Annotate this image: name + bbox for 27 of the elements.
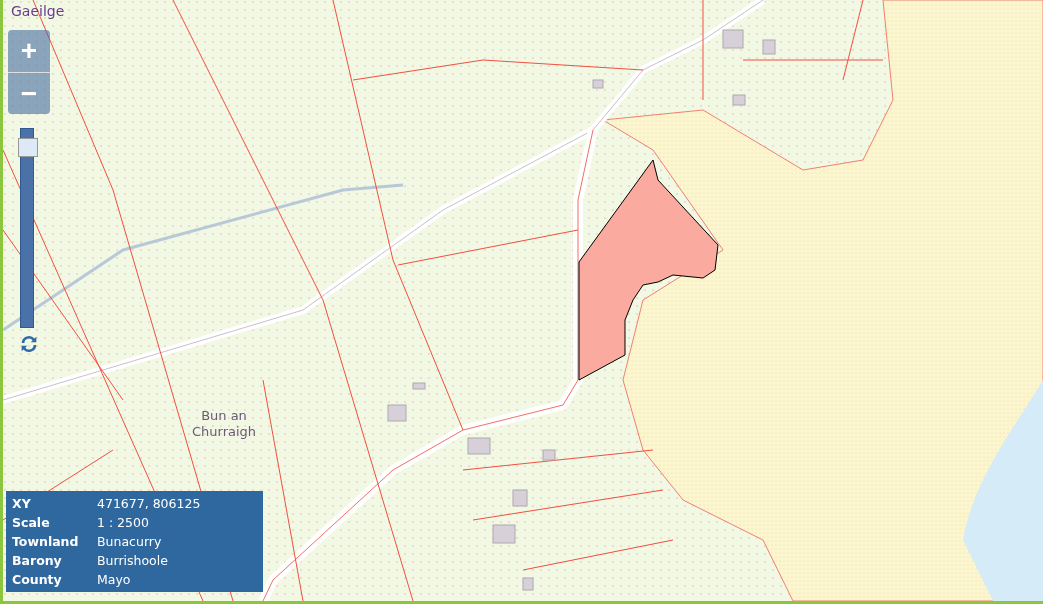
building xyxy=(467,437,491,455)
building xyxy=(522,577,534,591)
info-value: Bunacurry xyxy=(97,534,163,549)
info-value: Burrishoole xyxy=(97,553,169,568)
slider-thumb[interactable] xyxy=(18,138,38,158)
parcel-highlight[interactable] xyxy=(578,159,719,381)
building xyxy=(722,29,744,49)
info-label: Scale xyxy=(12,515,51,530)
info-value: 471677, 806125 xyxy=(97,496,202,511)
building xyxy=(512,489,528,507)
language-link[interactable]: Gaeilge xyxy=(11,3,65,19)
building xyxy=(592,79,604,89)
info-label: Townland xyxy=(12,534,80,549)
building xyxy=(762,39,776,55)
info-value: Mayo xyxy=(97,572,132,587)
info-value: 1 : 2500 xyxy=(97,515,150,530)
building xyxy=(732,94,746,106)
building xyxy=(387,404,407,422)
info-label: XY xyxy=(12,496,32,511)
building xyxy=(412,382,426,390)
place-label: Bun an Churraigh xyxy=(190,408,258,440)
building xyxy=(542,449,556,461)
building xyxy=(492,524,516,544)
info-label: Barony xyxy=(12,553,63,568)
zoom-out-button[interactable]: − xyxy=(8,72,50,114)
info-label: County xyxy=(12,572,63,587)
zoom-in-button[interactable]: + xyxy=(8,30,50,72)
